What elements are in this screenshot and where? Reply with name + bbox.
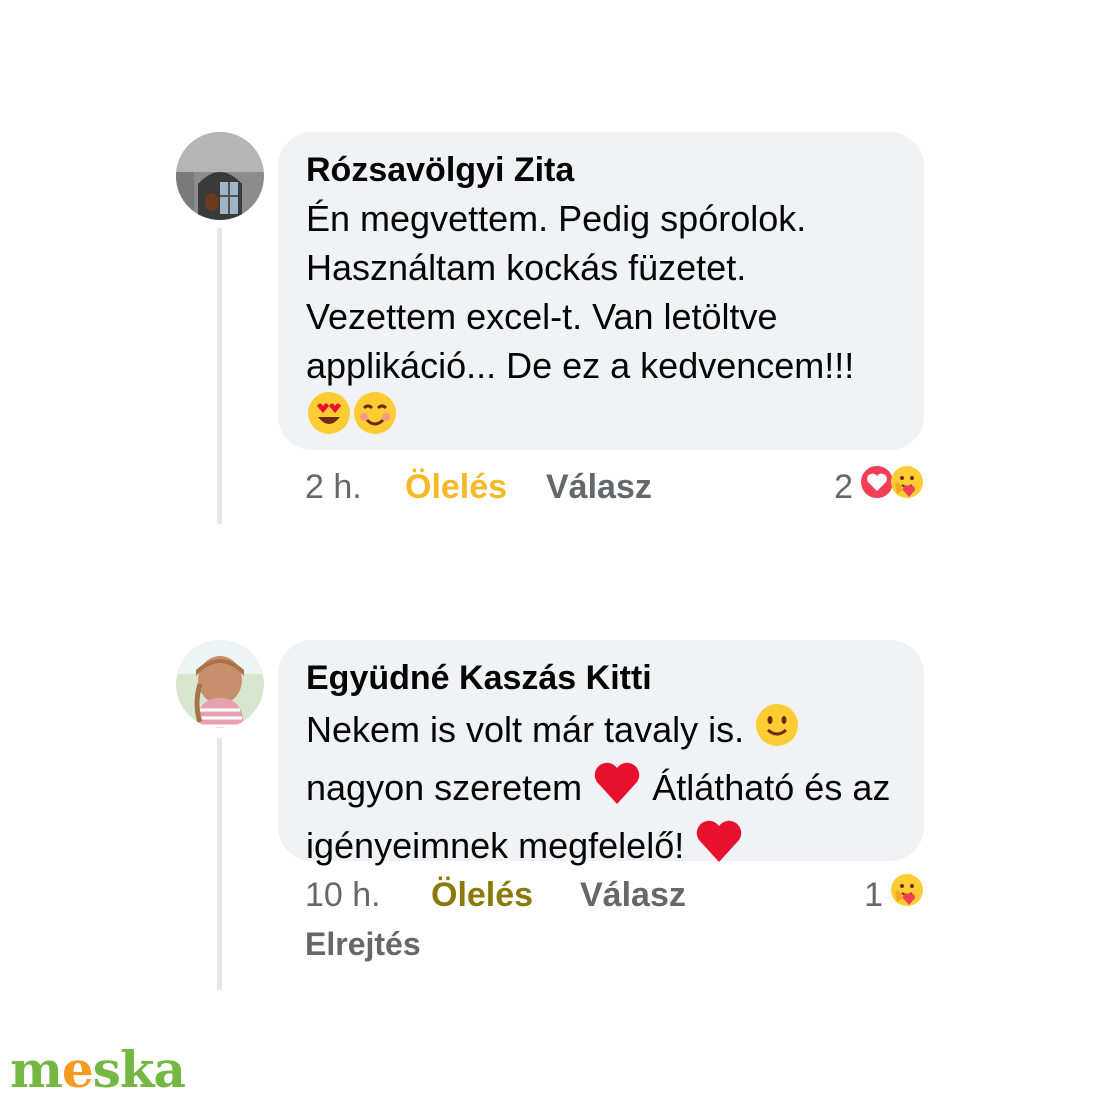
red-heart-emoji — [694, 818, 744, 876]
reaction-count: 2 — [834, 468, 853, 506]
reply-button[interactable]: Válasz — [546, 465, 652, 509]
hug-button[interactable]: Ölelés — [431, 873, 533, 917]
comment-actions: 2 h. Ölelés Válasz 2 — [305, 463, 925, 511]
comment-author[interactable]: Együdné Kaszás Kitti — [306, 658, 896, 698]
comment-bubble: Együdné Kaszás Kitti Nekem is volt már t… — [278, 640, 924, 866]
hide-replies-button[interactable]: Elrejtés — [305, 926, 421, 963]
comment-text: Én megvettem. Pedig spórolok. Használtam… — [306, 194, 896, 448]
reaction-summary[interactable]: 2 — [834, 463, 925, 511]
comment-body-part-2: nagyon szeretem — [306, 767, 583, 808]
comment-author[interactable]: Rózsavölgyi Zita — [306, 150, 896, 190]
comment-body-part-1: Nekem is volt már tavaly is. — [306, 709, 745, 750]
care-reaction-icon — [889, 872, 925, 919]
avatar[interactable] — [176, 132, 264, 220]
reaction-count: 1 — [864, 876, 883, 914]
avatar[interactable] — [176, 640, 264, 728]
thread-line — [217, 738, 222, 990]
reply-button[interactable]: Válasz — [580, 873, 686, 917]
comment-time[interactable]: 10 h. — [305, 873, 381, 917]
reaction-summary[interactable]: 1 — [864, 873, 925, 917]
comment-bubble: Rózsavölgyi Zita Én megvettem. Pedig spó… — [278, 132, 924, 450]
slight-smile-emoji — [754, 702, 800, 760]
smiling-emoji — [352, 390, 398, 448]
red-heart-emoji — [592, 760, 642, 818]
thread-line — [217, 228, 222, 524]
heart-eyes-emoji — [306, 390, 352, 448]
comment-actions: 10 h. Ölelés Válasz 1 — [305, 873, 925, 917]
comment-body: Én megvettem. Pedig spórolok. Használtam… — [306, 198, 855, 386]
care-reaction-icon — [889, 464, 925, 511]
comment-text: Nekem is volt már tavaly is. nagyon szer… — [306, 702, 896, 876]
comment-time[interactable]: 2 h. — [305, 465, 362, 509]
hug-button[interactable]: Ölelés — [405, 465, 507, 509]
meska-logo: meska — [10, 1040, 186, 1099]
